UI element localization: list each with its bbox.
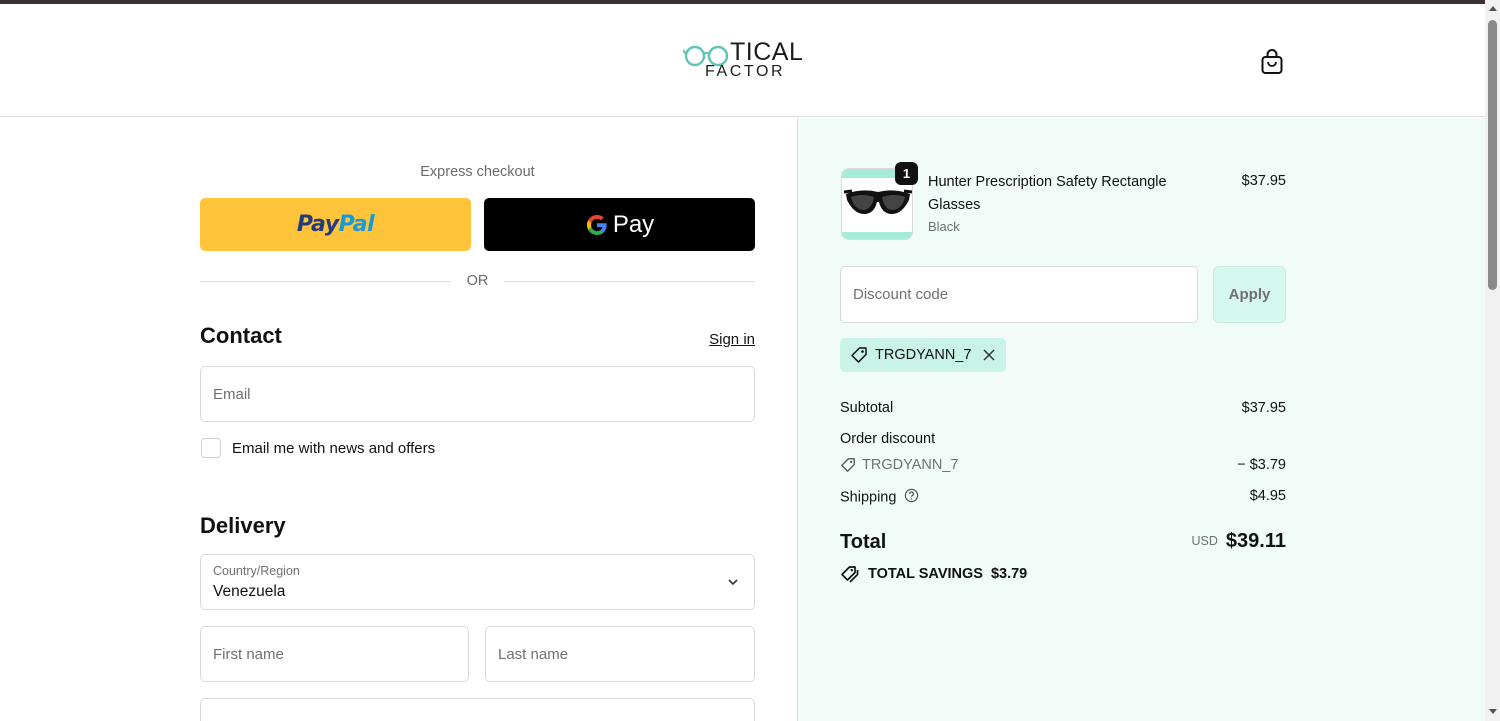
shipping-row: Shipping $4.95 <box>840 488 1286 507</box>
total-currency: USD <box>1191 534 1218 548</box>
country-value: Venezuela <box>213 583 286 600</box>
logo-text-bottom: FACTOR <box>705 63 786 80</box>
country-label: Country/Region <box>213 564 300 578</box>
product-name: Hunter Prescription Safety Rectangle Gla… <box>928 174 1167 213</box>
order-summary: 1 Hunter Prescription Safety Rectangle G… <box>797 118 1485 721</box>
shopping-bag-icon[interactable] <box>1259 48 1285 76</box>
discount-code-line: TRGDYANN_7 <box>840 457 958 473</box>
tag-icon <box>851 347 867 363</box>
subtotal-value: $37.95 <box>1241 400 1286 416</box>
question-circle-icon[interactable] <box>904 488 919 507</box>
applied-discount-code: TRGDYANN_7 <box>875 347 972 363</box>
subtotal-label: Subtotal <box>840 400 894 416</box>
sunglasses-image <box>843 189 912 214</box>
contact-title: Contact <box>200 323 282 348</box>
total-label: Total <box>840 531 887 553</box>
google-g-icon <box>586 214 607 235</box>
savings-value: $3.79 <box>990 566 1028 582</box>
thumbnail-band <box>842 232 912 239</box>
or-divider: OR <box>200 271 755 291</box>
header: TICAL FACTOR <box>0 4 1485 117</box>
discount-code-field[interactable] <box>840 266 1198 323</box>
scroll-down-arrow-icon[interactable] <box>1489 709 1497 714</box>
order-discount-row: Order discount <box>840 431 1286 447</box>
product-price: $37.95 <box>1241 173 1286 189</box>
total-savings: TOTAL SAVINGS $3.79 <box>840 565 1027 583</box>
newsletter-checkbox[interactable] <box>201 438 221 458</box>
product-variant: Black <box>928 219 960 234</box>
paypal-button[interactable]: PayPal <box>200 198 471 251</box>
order-discount-label: Order discount <box>840 431 936 447</box>
total-value: $39.11 <box>1225 530 1286 552</box>
address-field[interactable] <box>200 698 755 721</box>
first-name-input[interactable] <box>201 627 468 681</box>
divider-line <box>504 281 755 282</box>
chevron-down-icon <box>728 579 738 586</box>
apply-discount-button[interactable]: Apply <box>1213 266 1286 323</box>
google-pay-label: Pay <box>612 210 655 238</box>
quantity-badge: 1 <box>895 162 918 185</box>
express-checkout-label: Express checkout <box>420 164 535 180</box>
newsletter-label: Email me with news and offers <box>232 440 436 457</box>
discount-code-text: TRGDYANN_7 <box>862 457 959 473</box>
applied-discount-chip: TRGDYANN_7 <box>840 338 1007 372</box>
delivery-title: Delivery <box>200 513 286 538</box>
first-name-field[interactable] <box>200 626 469 682</box>
google-pay-button[interactable]: Pay <box>484 198 755 251</box>
last-name-input[interactable] <box>486 627 754 681</box>
scroll-up-arrow-icon[interactable] <box>1489 6 1497 11</box>
tag-icon <box>841 458 855 472</box>
checkout-form-column: Express checkout PayPal Pay OR Contact S… <box>0 118 797 721</box>
subtotal-row: Subtotal $37.95 <box>840 400 1286 416</box>
close-icon[interactable] <box>982 348 996 362</box>
shipping-label: Shipping <box>840 489 897 506</box>
savings-label: TOTAL SAVINGS <box>868 566 983 582</box>
discount-code-input[interactable] <box>841 267 1197 322</box>
sign-in-link[interactable]: Sign in <box>700 331 755 348</box>
email-field[interactable] <box>200 366 755 422</box>
total-amount: USD $39.11 <box>1098 530 1286 553</box>
discount-amount: − $3.79 <box>1237 457 1286 473</box>
country-select[interactable]: Country/Region Venezuela <box>200 554 755 610</box>
paypal-logo: PayPal <box>296 212 375 237</box>
shipping-value: $4.95 <box>1249 488 1286 504</box>
double-tag-icon <box>841 566 859 583</box>
last-name-field[interactable] <box>485 626 755 682</box>
scrollbar-thumb[interactable] <box>1488 20 1497 290</box>
page-scrollbar[interactable] <box>1485 0 1500 721</box>
email-input[interactable] <box>201 367 754 421</box>
logo[interactable]: TICAL FACTOR <box>683 38 803 84</box>
